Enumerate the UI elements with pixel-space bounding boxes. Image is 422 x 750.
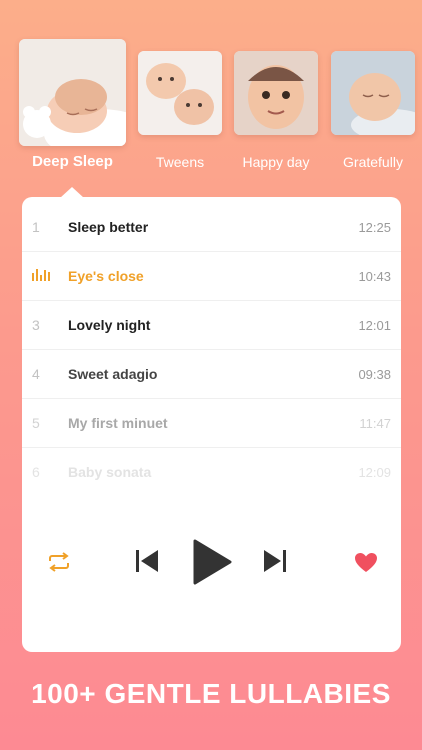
playlist-panel: 1 Sleep better 12:25 Eye's close 10:43 3… <box>22 187 401 652</box>
category-label: Gratefully <box>343 154 403 170</box>
track-title: My first minuet <box>68 415 168 431</box>
category-label: Tweens <box>155 154 205 170</box>
track-row[interactable]: 1 Sleep better 12:25 <box>22 203 401 252</box>
track-title: Eye's close <box>68 268 144 284</box>
track-row[interactable]: 4 Sweet adagio 09:38 <box>22 350 401 399</box>
play-icon[interactable] <box>192 539 232 590</box>
deep-sleep-thumbnail <box>19 39 126 146</box>
happy-day-thumbnail <box>234 51 318 135</box>
gratefully-thumbnail <box>331 51 415 135</box>
tweens-thumbnail <box>138 51 222 135</box>
now-playing-equalizer-icon <box>22 268 68 284</box>
next-icon[interactable] <box>262 548 288 579</box>
track-number: 5 <box>32 415 40 431</box>
category-happy-day[interactable]: Happy day <box>234 51 318 170</box>
track-duration: 10:43 <box>358 268 391 284</box>
track-duration: 12:25 <box>358 219 391 235</box>
track-row[interactable]: 3 Lovely night 12:01 <box>22 301 401 350</box>
previous-icon[interactable] <box>134 548 160 579</box>
repeat-icon[interactable] <box>46 552 72 577</box>
track-duration: 12:09 <box>358 464 391 480</box>
track-duration: 12:01 <box>358 317 391 333</box>
heart-icon[interactable] <box>354 552 378 578</box>
category-deep-sleep[interactable]: Deep Sleep <box>19 39 126 170</box>
track-duration: 09:38 <box>358 366 391 382</box>
track-number: 3 <box>32 317 40 333</box>
promo-headline: 100+ GENTLE LULLABIES <box>31 678 391 709</box>
category-tweens[interactable]: Tweens <box>138 51 222 170</box>
category-gratefully[interactable]: Gratefully <box>331 51 415 170</box>
player-controls <box>22 534 401 590</box>
track-title: Baby sonata <box>68 464 152 480</box>
track-number: 6 <box>32 464 40 480</box>
track-number: 4 <box>32 366 40 382</box>
active-category-pointer <box>60 187 84 198</box>
track-row[interactable]: 6 Baby sonata 12:09 <box>22 448 401 496</box>
track-number: 1 <box>32 219 40 235</box>
category-label: Happy day <box>242 154 310 170</box>
category-carousel: Deep Sleep Tweens Happy day Gratefully <box>0 0 422 180</box>
track-title: Lovely night <box>68 317 151 333</box>
track-title: Sleep better <box>68 219 149 235</box>
category-label: Deep Sleep <box>32 153 113 170</box>
track-list: 1 Sleep better 12:25 Eye's close 10:43 3… <box>22 203 401 496</box>
track-duration: 11:47 <box>359 415 391 431</box>
track-title: Sweet adagio <box>68 366 158 382</box>
track-row[interactable]: 5 My first minuet 11:47 <box>22 399 401 448</box>
track-row-playing[interactable]: Eye's close 10:43 <box>22 252 401 301</box>
